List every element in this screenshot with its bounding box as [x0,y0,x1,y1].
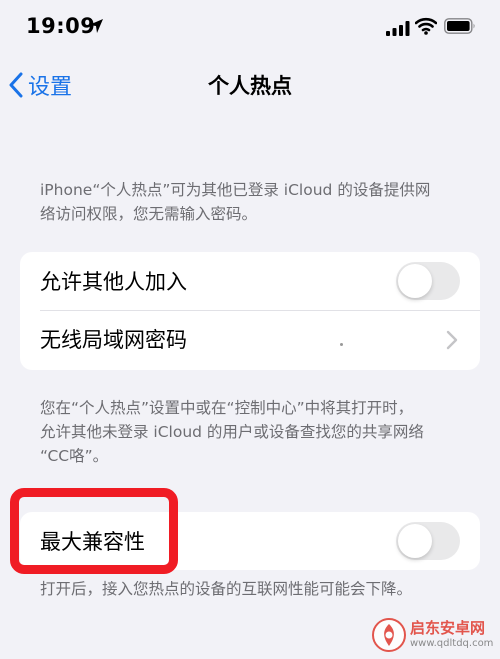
watermark-logo-icon [372,618,406,652]
watermark: 启东安卓网 www.qdltdq.com [372,614,498,656]
allow-others-toggle[interactable] [396,262,460,300]
battery-icon [444,18,475,34]
password-value-dot [340,343,343,346]
status-bar: 19:09 [0,0,500,56]
watermark-text: 启东安卓网 www.qdltdq.com [410,618,494,651]
status-time: 19:09 [26,14,96,38]
allow-others-row: 允许其他人加入 [20,252,480,310]
wifi-icon [415,17,437,35]
wifi-password-label: 无线局域网密码 [40,328,187,352]
watermark-url: www.qdltdq.com [410,637,494,649]
signal-icon [386,21,410,36]
chevron-right-icon [446,330,458,350]
location-arrow-icon [89,19,103,33]
toggle-knob [398,264,432,298]
intro-line: iPhone“个人热点”可为其他已登录 iCloud 的设备提供网 [40,181,431,199]
hotspot-settings-group: 允许其他人加入 无线局域网密码 [20,252,480,370]
allow-others-label: 允许其他人加入 [40,270,187,294]
discover-line: 您在“个人热点”设置中或在“控制中心”中将其打开时， [40,399,414,417]
watermark-name: 启东安卓网 [410,618,486,637]
highlight-annotation [10,488,178,574]
toggle-knob [398,524,432,558]
discover-description: 您在“个人热点”设置中或在“控制中心”中将其打开时， 允许其他未登录 iClou… [40,396,465,468]
discover-line: 允许其他未登录 iCloud 的用户或设备查找您的共享网络 [40,423,424,441]
navigation-bar: 设置 个人热点 [0,56,500,114]
page-title: 个人热点 [208,74,292,98]
wifi-password-row[interactable]: 无线局域网密码 [20,310,480,368]
discover-line: “CC咯”。 [40,447,109,465]
intro-description: iPhone“个人热点”可为其他已登录 iCloud 的设备提供网 络访问权限，… [40,178,465,226]
compat-note: 打开后，接入您热点的设备的互联网性能可能会下降。 [40,580,413,598]
intro-line: 络访问权限，您无需输入密码。 [40,205,258,223]
max-compat-toggle[interactable] [396,522,460,560]
